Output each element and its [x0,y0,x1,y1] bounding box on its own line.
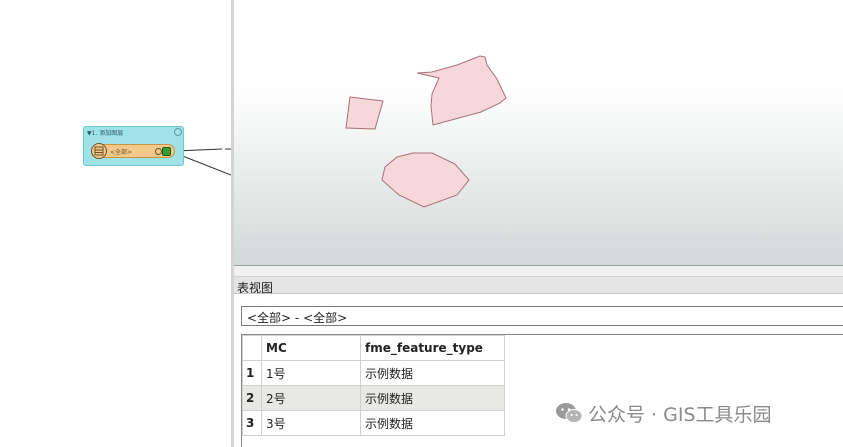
table-row[interactable]: 3 3号 示例数据 [242,410,505,436]
panel-gap [234,266,843,276]
cell-fme-feature-type[interactable]: 示例数据 [360,385,505,411]
gear-icon[interactable] [174,128,182,136]
table-view-header: 表视图 [234,276,843,295]
filter-value: <全部> - <全部> [247,311,348,325]
row-number-header[interactable] [242,335,262,361]
row-number[interactable]: 1 [242,360,262,386]
watermark-text: 公众号 · GIS工具乐园 [588,404,772,426]
row-number[interactable]: 2 [242,385,262,411]
gear-icon[interactable] [155,148,162,155]
table-icon [91,143,107,159]
data-table: MC fme_feature_type 1 1号 示例数据 2 2号 示例数据 … [242,335,505,436]
row-number[interactable]: 3 [242,410,262,436]
table-row[interactable]: 2 2号 示例数据 [242,385,505,411]
polygon-feature [381,152,470,208]
feature-type-filter-select[interactable]: <全部> - <全部> [241,306,843,326]
polygon-feature [416,55,507,126]
cell-mc[interactable]: 2号 [261,385,361,411]
table-view-title: 表视图 [237,281,274,295]
cell-mc[interactable]: 1号 [261,360,361,386]
polygon-feature [345,96,384,130]
reader-label: <全部> [110,149,133,156]
table-row[interactable]: 1 1号 示例数据 [242,360,505,386]
cell-fme-feature-type[interactable]: 示例数据 [360,410,505,436]
output-port-icon[interactable] [162,147,171,156]
cell-fme-feature-type[interactable]: 示例数据 [360,360,505,386]
connection-lines [174,148,231,176]
wechat-icon [556,403,583,423]
graphics-view[interactable] [234,0,843,266]
column-header-fme-feature-type[interactable]: fme_feature_type [360,335,505,361]
table-header-row: MC fme_feature_type [242,335,505,361]
workspace-canvas[interactable]: ▼1. 添加图层 <全部> [0,0,231,447]
reader-feature-type[interactable]: <全部> [91,143,175,159]
map-canvas [345,55,507,208]
column-header-mc[interactable]: MC [261,335,361,361]
bookmark-title: ▼1. 添加图层 [87,130,124,137]
cell-mc[interactable]: 3号 [261,410,361,436]
